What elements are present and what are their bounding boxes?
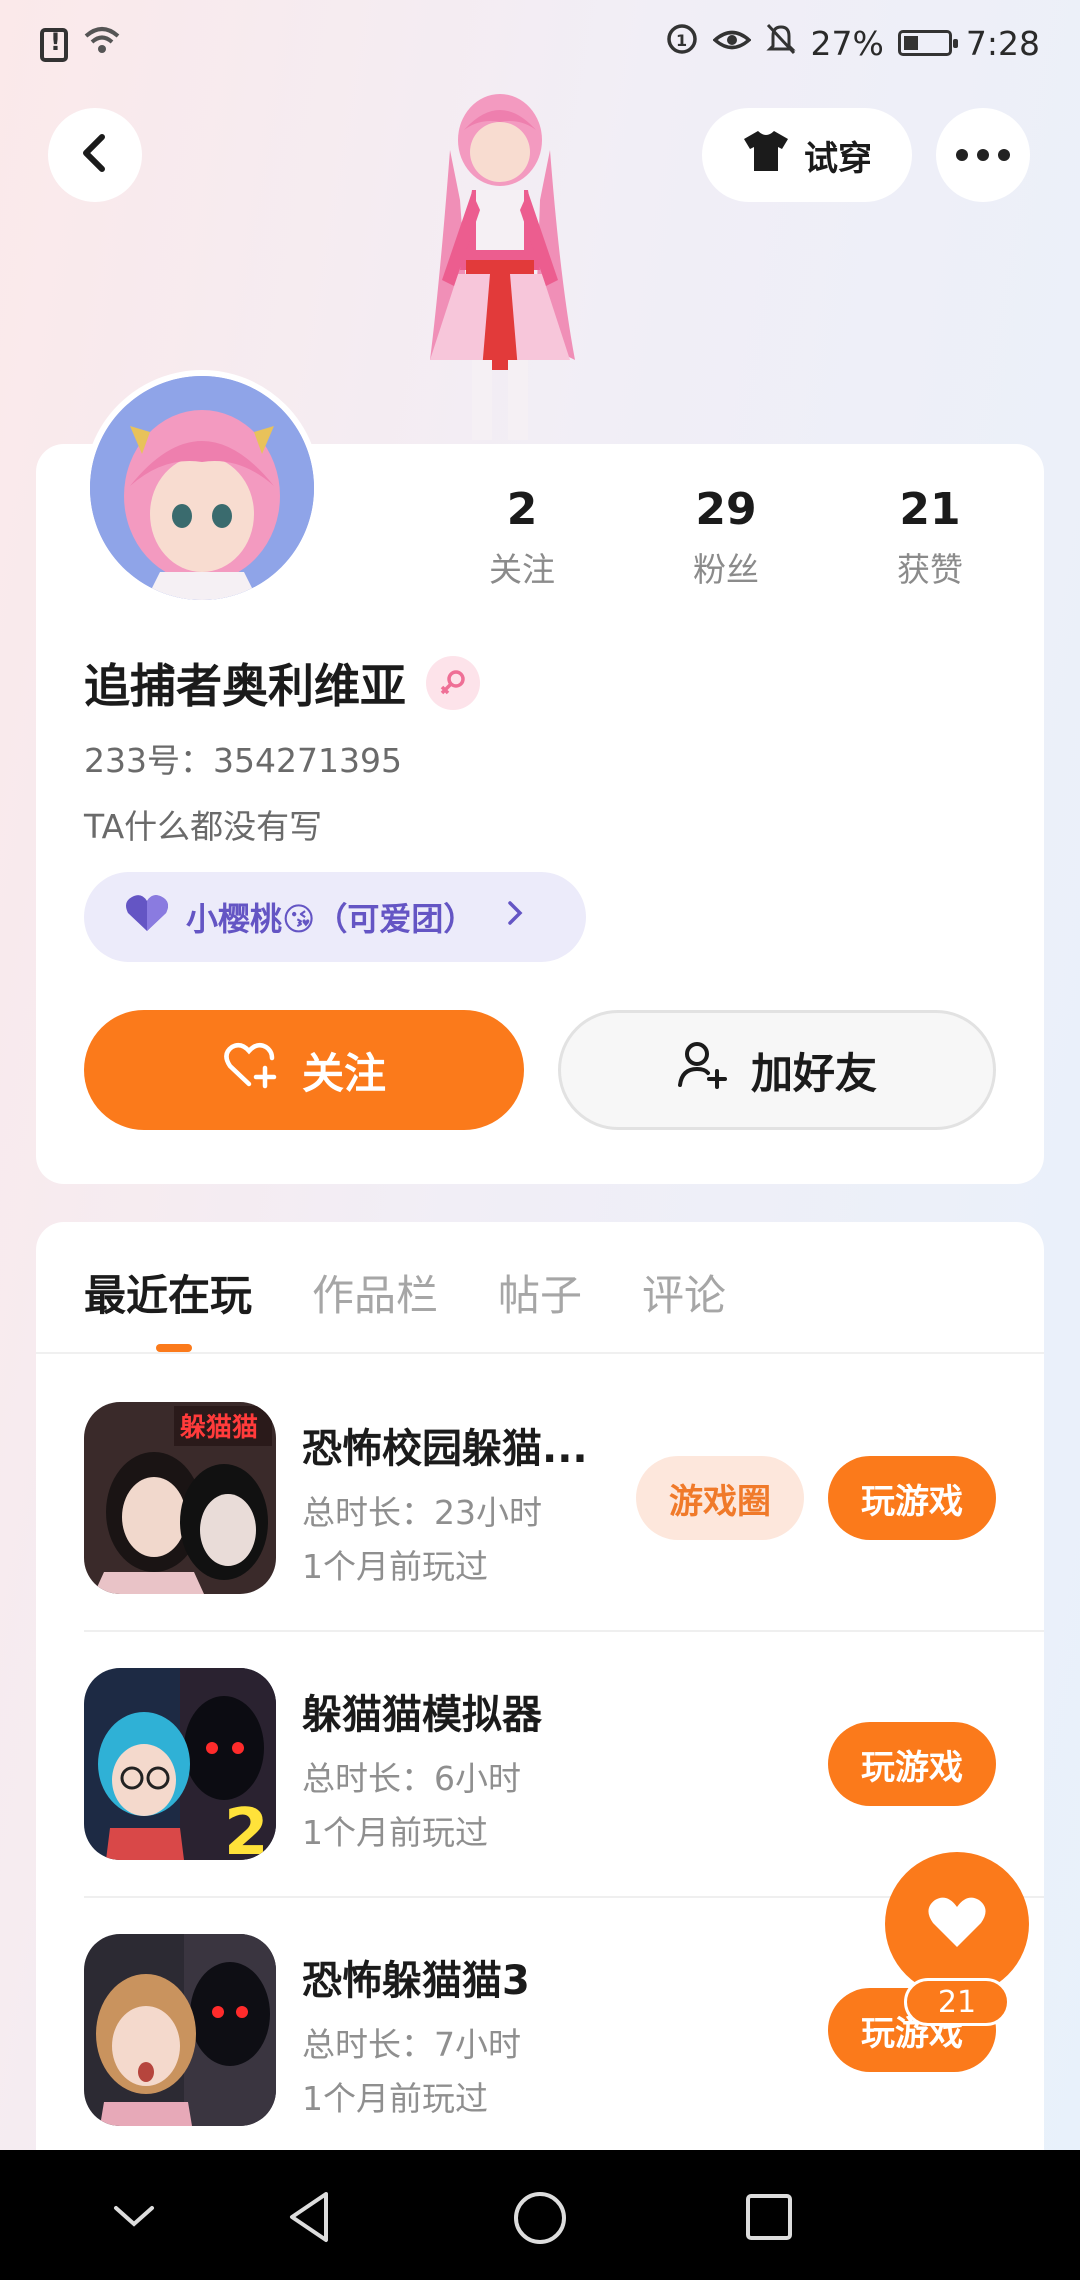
tab-works[interactable]: 作品栏 bbox=[312, 1262, 438, 1323]
tab-posts[interactable]: 帖子 bbox=[498, 1262, 582, 1323]
tabs-divider bbox=[36, 1352, 1044, 1354]
add-friend-button[interactable]: 加好友 bbox=[558, 1010, 996, 1130]
profile-tabs: 最近在玩 作品栏 帖子 评论 bbox=[84, 1262, 726, 1323]
purple-heart-icon bbox=[124, 893, 170, 941]
likes-label: 获赞 bbox=[897, 550, 963, 589]
follow-button[interactable]: 关注 bbox=[84, 1010, 524, 1130]
bio-text: TA什么都没有写 bbox=[84, 807, 323, 846]
play-game-button[interactable]: 玩游戏 bbox=[828, 1722, 996, 1806]
game-title: 恐怖校园躲猫... bbox=[302, 1426, 588, 1472]
nav-recents-icon[interactable] bbox=[744, 2192, 794, 2246]
following-stat[interactable]: 2 关注 bbox=[442, 484, 602, 591]
try-on-label: 试穿 bbox=[804, 138, 872, 179]
character-model-image bbox=[380, 80, 620, 440]
game-icon-hide-seek-simulator: 2 bbox=[84, 1668, 276, 1860]
nav-back-icon[interactable] bbox=[286, 2190, 334, 2248]
eye-comfort-icon bbox=[711, 24, 752, 63]
game-row[interactable]: 躲猫猫 恐怖校园躲猫... 总时长：23小时 1个月前玩过 游戏圈 玩游戏 bbox=[84, 1402, 1044, 1666]
tab-indicator bbox=[156, 1344, 192, 1352]
game-duration: 总时长：6小时 bbox=[302, 1759, 521, 1798]
svg-text:1: 1 bbox=[676, 31, 687, 50]
tab-recently-played[interactable]: 最近在玩 bbox=[84, 1262, 252, 1323]
try-on-button[interactable]: 试穿 bbox=[702, 108, 912, 202]
fans-count: 29 bbox=[695, 484, 757, 535]
battery-percent: 27% bbox=[810, 23, 884, 63]
more-options-button[interactable] bbox=[936, 108, 1030, 202]
game-title: 躲猫猫模拟器 bbox=[302, 1692, 542, 1738]
system-nav-bar bbox=[0, 2150, 1080, 2280]
game-duration: 总时长：23小时 bbox=[302, 1493, 542, 1532]
play-game-button[interactable]: 玩游戏 bbox=[828, 1456, 996, 1540]
fans-stat[interactable]: 29 粉丝 bbox=[646, 484, 806, 591]
profile-name: 追捕者奥利维亚 bbox=[84, 659, 406, 713]
following-count: 2 bbox=[506, 484, 538, 535]
heart-icon bbox=[927, 1895, 987, 1953]
like-floating-button[interactable] bbox=[885, 1852, 1029, 1996]
fans-label: 粉丝 bbox=[693, 550, 759, 589]
nav-home-icon[interactable] bbox=[512, 2190, 568, 2250]
tab-comments[interactable]: 评论 bbox=[642, 1262, 726, 1323]
chevron-right-icon bbox=[505, 897, 525, 937]
following-label: 关注 bbox=[489, 550, 555, 589]
group-name: 小樱桃😘（可爱团） bbox=[186, 900, 476, 938]
game-duration: 总时长：7小时 bbox=[302, 2025, 521, 2064]
back-button[interactable] bbox=[48, 108, 142, 202]
mute-icon bbox=[765, 22, 797, 64]
status-bar: 1 27% 7:28 bbox=[0, 0, 1080, 90]
add-friend-label: 加好友 bbox=[750, 1048, 877, 1098]
add-user-icon bbox=[677, 1039, 729, 1101]
battery-icon bbox=[897, 30, 958, 56]
likes-stat[interactable]: 21 获赞 bbox=[850, 484, 1010, 591]
clock: 7:28 bbox=[965, 23, 1040, 63]
sim-alert-icon bbox=[40, 28, 68, 62]
game-icon-text: 躲猫猫 bbox=[180, 1413, 258, 1443]
female-gender-icon bbox=[426, 656, 480, 710]
game-last-played: 1个月前玩过 bbox=[302, 1547, 488, 1586]
game-icon-horror-school: 躲猫猫 bbox=[84, 1402, 276, 1594]
game-icon-text: 2 bbox=[224, 1796, 269, 1860]
wifi-icon bbox=[82, 24, 122, 66]
game-last-played: 1个月前玩过 bbox=[302, 2079, 488, 2118]
game-last-played: 1个月前玩过 bbox=[302, 1813, 488, 1852]
game-title: 恐怖躲猫猫3 bbox=[302, 1958, 530, 2004]
more-dots-icon bbox=[956, 149, 1010, 161]
game-circle-button[interactable]: 游戏圈 bbox=[636, 1456, 804, 1540]
heart-plus-icon bbox=[222, 1040, 280, 1100]
avatar[interactable] bbox=[84, 370, 320, 606]
nav-collapse-icon[interactable] bbox=[112, 2202, 156, 2234]
user-id: 233号：354271395 bbox=[84, 741, 402, 780]
likes-count: 21 bbox=[899, 484, 961, 535]
follow-label: 关注 bbox=[301, 1048, 386, 1098]
back-arrow-icon bbox=[78, 133, 112, 177]
group-chip[interactable]: 小樱桃😘（可爱团） bbox=[84, 872, 586, 962]
game-icon-horror-hide-seek-3 bbox=[84, 1934, 276, 2126]
like-count-badge: 21 bbox=[904, 1978, 1010, 2026]
tshirt-icon bbox=[742, 129, 790, 182]
row-divider bbox=[84, 1630, 1044, 1632]
data-saver-icon: 1 bbox=[665, 22, 699, 64]
